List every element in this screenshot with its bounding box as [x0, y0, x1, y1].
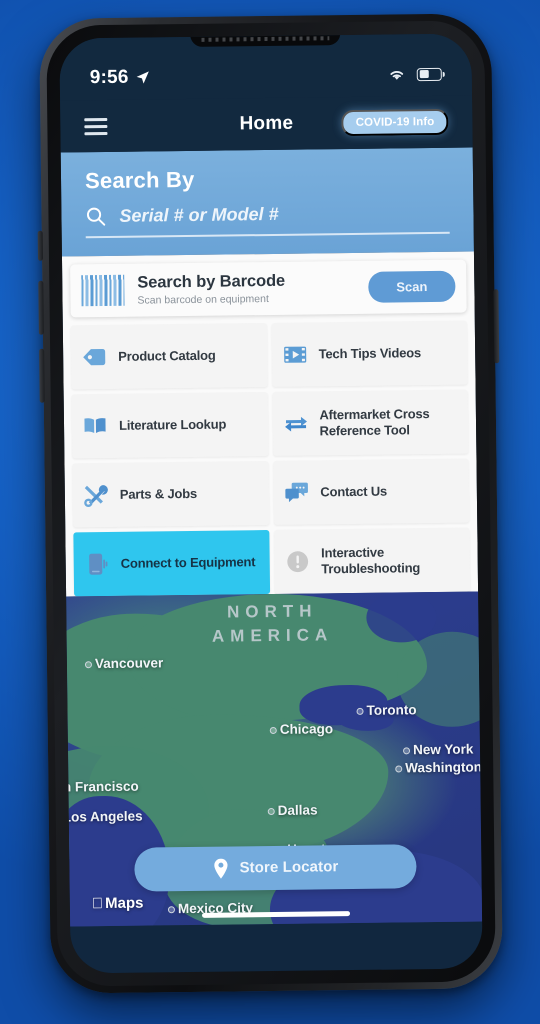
map-view[interactable]: NORTH AMERICA Vancouver Toronto Chicago …: [66, 591, 483, 927]
tile-label: Aftermarket Cross Reference Tool: [319, 405, 430, 438]
store-locator-label: Store Locator: [239, 858, 339, 877]
tile-label: Contact Us: [320, 483, 388, 500]
phone-screen: 9:56 Home COVID-19 Info Search By Serial…: [59, 33, 483, 974]
tile-connect-to-equipment[interactable]: Connect to Equipment: [73, 529, 270, 597]
tile-label: Parts & Jobs: [119, 485, 198, 502]
battery-icon: [416, 67, 442, 81]
status-bar-left: 9:56: [90, 66, 150, 89]
search-heading: Search By: [84, 166, 195, 194]
search-row: [85, 201, 450, 236]
tile-label: Product Catalog: [118, 347, 216, 364]
barcode-card-texts: Search by Barcode Scan barcode on equipm…: [137, 271, 355, 307]
phone-silent-switch: [37, 230, 44, 261]
chat-bubbles-icon: [284, 482, 308, 502]
search-panel: Search By: [60, 147, 474, 257]
video-film-icon: [283, 346, 306, 363]
two-way-arrows-icon: [284, 416, 307, 432]
search-icon: [86, 207, 106, 226]
phone-power-button: [493, 289, 500, 364]
tile-product-catalog[interactable]: Product Catalog: [70, 322, 268, 390]
mobile-device-icon: [89, 553, 108, 575]
tile-literature-lookup[interactable]: Literature Lookup: [71, 391, 268, 459]
tile-label: Interactive Troubleshooting: [321, 544, 421, 576]
apple-maps-attribution:  Maps: [92, 894, 144, 912]
tile-aftermarket-cross-reference-tool[interactable]: Aftermarket Cross Reference Tool: [272, 389, 469, 456]
phone-volume-down-button: [39, 348, 45, 403]
status-bar-right: [388, 67, 442, 82]
search-input[interactable]: [119, 201, 450, 227]
scan-button[interactable]: Scan: [368, 270, 456, 303]
app-nav-bar: Home COVID-19 Info: [60, 95, 473, 153]
status-clock: 9:56: [89, 66, 129, 89]
tile-label: Literature Lookup: [118, 416, 227, 433]
tile-label: Tech Tips Videos: [318, 344, 422, 362]
apple-logo-icon: : [92, 895, 103, 912]
home-content: Search by Barcode Scan barcode on equipm…: [61, 251, 479, 597]
tile-tech-tips-videos[interactable]: Tech Tips Videos: [271, 320, 468, 387]
map-pin-icon: [214, 858, 228, 879]
tag-icon: [83, 348, 106, 365]
phone-volume-up-button: [38, 280, 44, 335]
tile-interactive-troubleshooting[interactable]: Interactive Troubleshooting: [273, 527, 471, 594]
tile-parts-and-jobs[interactable]: Parts & Jobs: [72, 460, 269, 528]
info-exclamation-icon: [286, 550, 308, 572]
store-locator-button[interactable]: Store Locator: [134, 843, 417, 892]
tile-contact-us[interactable]: Contact Us: [272, 458, 470, 525]
tile-label: Connect to Equipment: [120, 553, 256, 571]
location-arrow-icon: [136, 71, 149, 84]
open-book-icon: [84, 417, 106, 433]
wifi-icon: [390, 71, 404, 80]
covid-19-info-button[interactable]: COVID-19 Info: [341, 108, 449, 137]
hamburger-menu-icon[interactable]: [84, 117, 108, 135]
barcode-icon: [81, 274, 125, 306]
barcode-card-subtitle: Scan barcode on equipment: [137, 292, 269, 307]
map-city-label: Washington: [405, 759, 483, 775]
maps-attribution-label: Maps: [93, 894, 144, 912]
phone-device-frame: 9:56 Home COVID-19 Info Search By Serial…: [37, 13, 503, 994]
feature-tile-grid: Product Catalog Tech Tips Videos Literat…: [70, 320, 471, 597]
search-by-barcode-card[interactable]: Search by Barcode Scan barcode on equipm…: [70, 259, 467, 318]
map-city-label: New York: [412, 741, 474, 757]
barcode-card-title: Search by Barcode: [137, 271, 286, 292]
tools-icon: [84, 484, 108, 507]
page-background: 9:56 Home COVID-19 Info Search By Serial…: [0, 0, 540, 1024]
